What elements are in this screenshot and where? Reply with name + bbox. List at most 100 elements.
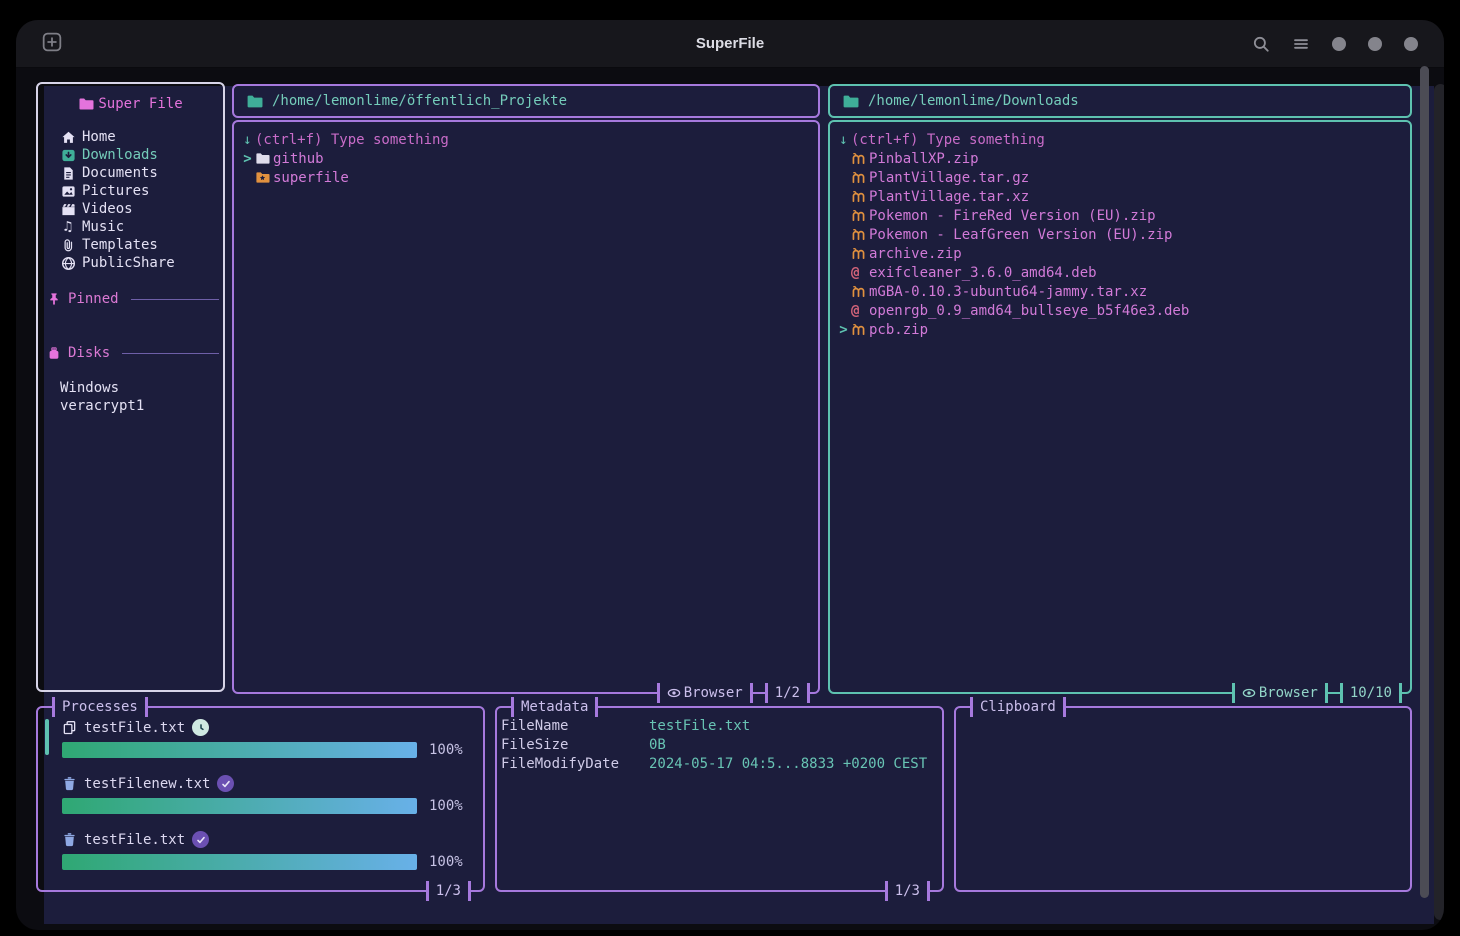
deb-package-icon: @ xyxy=(851,303,869,319)
sidebar-item-label: Home xyxy=(82,129,116,145)
folder-star-icon xyxy=(255,170,273,185)
process-item[interactable]: testFilenew.txt 100% xyxy=(38,774,471,814)
file-row[interactable]: > github xyxy=(240,149,812,168)
sidebar-item-videos[interactable]: Videos xyxy=(38,200,223,218)
folder-icon xyxy=(78,96,94,112)
scrollbar-track[interactable] xyxy=(1434,84,1444,920)
process-item[interactable]: testFile.txt 100% xyxy=(38,718,471,758)
file-row[interactable]: > PinballXP.zip xyxy=(836,149,1404,168)
sidebar-item-label: Pictures xyxy=(82,183,149,199)
file-list: > github > superfile xyxy=(240,149,812,187)
folder-icon xyxy=(246,93,263,110)
processes-panel: Processes testFile.txt 100% testFilenew.… xyxy=(36,706,485,892)
file-row[interactable]: > mGBA-0.10.3-ubuntu64-jammy.tar.xz xyxy=(836,282,1404,301)
sidebar-item-label: Music xyxy=(82,219,124,235)
file-row[interactable]: > Pokemon - FireRed Version (EU).zip xyxy=(836,206,1404,225)
sidebar-item-templates[interactable]: Templates xyxy=(38,236,223,254)
metadata-title-tag: Metadata xyxy=(511,697,598,717)
panel-mode-label: Browser xyxy=(684,685,743,701)
search-icon xyxy=(1252,35,1270,53)
sidebar-title: Super File xyxy=(38,96,223,112)
panel-mode-tag: Browser xyxy=(657,683,753,703)
file-row[interactable]: > PlantVillage.tar.xz xyxy=(836,187,1404,206)
file-row[interactable]: > @ exifcleaner_3.6.0_amd64.deb xyxy=(836,263,1404,282)
file-row[interactable]: > @ openrgb_0.9_amd64_bullseye_b5f46e3.d… xyxy=(836,301,1404,320)
sidebar-item-label: PublicShare xyxy=(82,255,175,271)
sidebar-item-publicshare[interactable]: PublicShare xyxy=(38,254,223,272)
panel-page-label: 1/3 xyxy=(436,883,461,899)
file-row[interactable]: > pcb.zip xyxy=(836,320,1404,339)
metadata-key: FileModifyDate xyxy=(501,756,649,775)
window-control-minimize[interactable] xyxy=(1332,37,1346,51)
window-title: SuperFile xyxy=(16,35,1444,52)
metadata-row: FileName testFile.txt xyxy=(501,718,934,737)
progress-bar xyxy=(62,742,417,758)
file-search[interactable]: ↓ (ctrl+f) Type something xyxy=(836,130,1404,149)
hamburger-icon xyxy=(1292,35,1310,53)
sidebar-item-music[interactable]: ♫ Music xyxy=(38,218,223,236)
disk-item-veracrypt1[interactable]: veracrypt1 xyxy=(38,398,223,416)
check-badge-icon xyxy=(217,775,234,792)
progress-percent: 100% xyxy=(429,798,471,814)
process-item[interactable]: testFile.txt 100% xyxy=(38,830,471,870)
selection-cursor-icon: > xyxy=(836,322,851,338)
video-icon xyxy=(60,202,76,217)
music-note-icon: ♫ xyxy=(60,219,76,235)
window-control-close[interactable] xyxy=(1404,37,1418,51)
file-search[interactable]: ↓ (ctrl+f) Type something xyxy=(240,130,812,149)
disk-item-windows[interactable]: Windows xyxy=(38,380,223,398)
window-control-maximize[interactable] xyxy=(1368,37,1382,51)
sidebar-section-disks: Disks xyxy=(38,344,223,362)
superfile-app: SuperFile xyxy=(0,0,1460,936)
file-row[interactable]: > archive.zip xyxy=(836,244,1404,263)
progress-bar xyxy=(62,798,417,814)
file-row[interactable]: > Pokemon - LeafGreen Version (EU).zip xyxy=(836,225,1404,244)
sidebar-item-documents[interactable]: Documents xyxy=(38,164,223,182)
file-name: openrgb_0.9_amd64_bullseye_b5f46e3.deb xyxy=(869,303,1189,319)
eye-icon xyxy=(1242,686,1256,700)
current-path: /home/lemonlime/Downloads xyxy=(868,93,1079,109)
file-name: PlantVillage.tar.gz xyxy=(869,170,1029,186)
menu-button[interactable] xyxy=(1292,35,1310,53)
sidebar-item-home[interactable]: Home xyxy=(38,128,223,146)
usb-disk-icon xyxy=(46,346,62,360)
archive-file-icon xyxy=(851,246,869,261)
sidebar-item-downloads[interactable]: Downloads xyxy=(38,146,223,164)
section-label: Disks xyxy=(68,345,110,361)
section-divider xyxy=(122,353,219,354)
folder-icon xyxy=(255,151,273,166)
sidebar-item-label: Downloads xyxy=(82,147,158,163)
picture-icon xyxy=(60,184,76,199)
file-name: pcb.zip xyxy=(869,322,928,338)
scrollbar-thumb[interactable] xyxy=(1420,66,1429,898)
sidebar-item-label: Templates xyxy=(82,237,158,253)
sidebar-item-pictures[interactable]: Pictures xyxy=(38,182,223,200)
metadata-value: testFile.txt xyxy=(649,718,750,737)
document-icon xyxy=(60,166,76,181)
panel-title-label: Metadata xyxy=(521,699,588,715)
archive-file-icon xyxy=(851,227,869,242)
panel-title-label: Processes xyxy=(62,699,138,715)
file-row[interactable]: > superfile xyxy=(240,168,812,187)
metadata-value: 0B xyxy=(649,737,666,756)
file-row[interactable]: > PlantVillage.tar.gz xyxy=(836,168,1404,187)
search-button[interactable] xyxy=(1252,35,1270,53)
metadata-key: FileSize xyxy=(501,737,649,756)
clock-badge-icon xyxy=(192,719,209,736)
process-file-name: testFile.txt xyxy=(84,832,185,848)
file-name: superfile xyxy=(273,170,349,186)
file-name: Pokemon - LeafGreen Version (EU).zip xyxy=(869,227,1172,243)
archive-file-icon xyxy=(851,151,869,166)
arrow-down-icon: ↓ xyxy=(240,132,255,148)
left-file-panel: ↓ (ctrl+f) Type something > github > sup… xyxy=(232,120,820,694)
archive-file-icon xyxy=(851,284,869,299)
panel-mode-label: Browser xyxy=(1259,685,1318,701)
sidebar-section-pinned: Pinned xyxy=(38,290,223,308)
process-file-name: testFilenew.txt xyxy=(84,776,210,792)
sidebar-item-label: Videos xyxy=(82,201,133,217)
deb-package-icon: @ xyxy=(851,265,869,281)
search-placeholder: (ctrl+f) Type something xyxy=(255,132,449,148)
metadata-value: 2024-05-17 04:5...8833 +0200 CEST xyxy=(649,756,927,775)
panel-page-tag: 10/10 xyxy=(1340,683,1402,703)
file-name: Pokemon - FireRed Version (EU).zip xyxy=(869,208,1156,224)
